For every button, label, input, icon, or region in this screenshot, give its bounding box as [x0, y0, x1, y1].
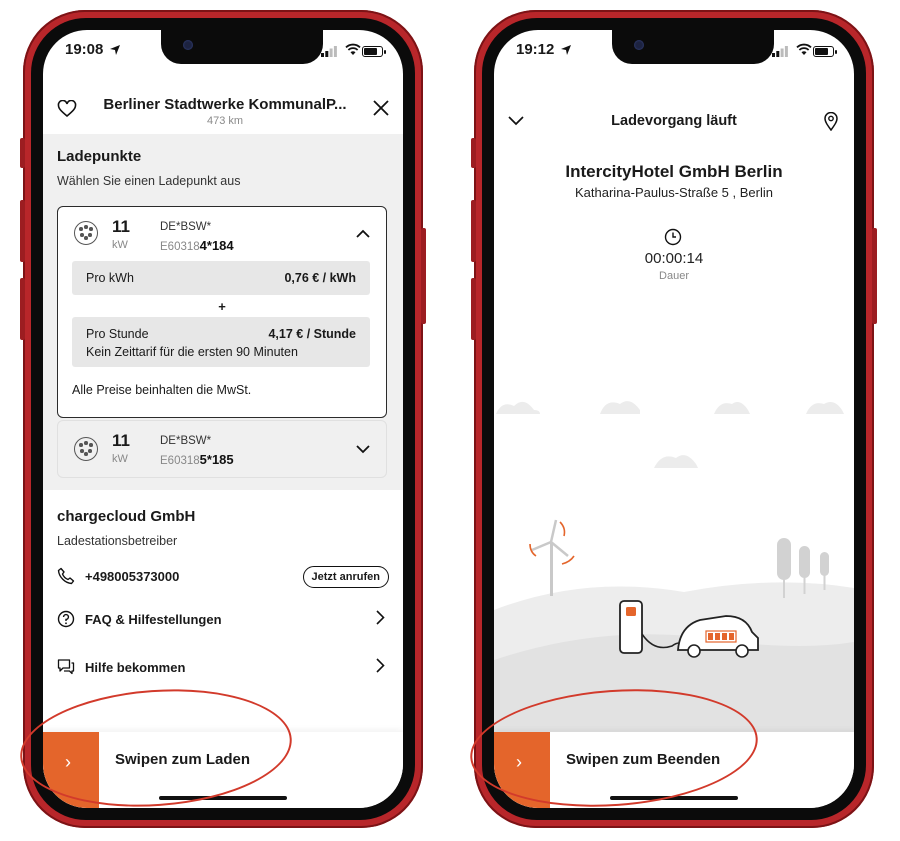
phone-frame-right: 19:12 Ladevorgang läuft IntercityHotel G… [471, 10, 877, 828]
session-timer: 00:00:14 [644, 250, 704, 267]
session-title: Ladevorgang läuft [611, 113, 737, 129]
location-arrow-icon [110, 45, 120, 55]
screen-left: 19:08 Berliner Stadtwerke KommunalP... 4… [43, 30, 403, 808]
swipe-arrow: › [65, 752, 71, 772]
camera [634, 40, 644, 50]
price-hour-value: 4,17 € / Stunde [268, 327, 356, 341]
power-unit: kW [112, 239, 128, 251]
evse-id-bold: 4*184 [199, 238, 234, 253]
mute-switch [471, 138, 476, 168]
signal-icon [321, 46, 337, 57]
charge-point-card-selected[interactable]: 11 kW DE*BSW* E603184*184 Pro kWh 0,76 €… [57, 206, 387, 418]
swipe-label: Swipen zum Laden [115, 751, 251, 768]
site-name: IntercityHotel GmbH Berlin [565, 162, 783, 181]
camera [183, 40, 193, 50]
price-plus: + [218, 299, 226, 314]
wifi-icon [796, 43, 812, 55]
evse-prefix: DE*BSW* [160, 221, 212, 233]
station-distance: 473 km [206, 115, 244, 127]
connector-icon [74, 221, 98, 245]
evse-id: E603185*185 [160, 452, 234, 467]
notch [612, 30, 774, 64]
location-arrow-icon [561, 45, 571, 55]
power-button [872, 228, 877, 324]
status-time: 19:08 [65, 41, 104, 58]
help-link[interactable]: Hilfe bekommen [85, 660, 185, 675]
close-icon[interactable] [373, 100, 389, 116]
question-icon [57, 610, 75, 628]
clock-icon [664, 228, 682, 246]
price-kwh-box: Pro kWh 0,76 € / kWh [72, 261, 370, 295]
price-kwh-label: Pro kWh [86, 271, 134, 285]
price-hour-label: Pro Stunde [86, 327, 149, 341]
chat-icon [57, 659, 75, 675]
signal-icon [772, 46, 788, 57]
station-header: Berliner Stadtwerke KommunalP... 473 km [43, 74, 403, 127]
phone-icon [57, 567, 75, 585]
price-kwh-value: 0,76 € / kWh [284, 271, 356, 285]
phone-frame-left: 19:08 Berliner Stadtwerke KommunalP... 4… [20, 10, 426, 828]
map-pin-icon[interactable] [824, 112, 838, 131]
chevron-up-icon[interactable] [356, 229, 370, 238]
swipe-arrow: › [516, 752, 522, 772]
notch [161, 30, 323, 64]
ladepunkte-section: Ladepunkte Wählen Sie einen Ladepunkt au… [43, 134, 403, 490]
volume-up-button [471, 200, 476, 262]
evse-id: E603184*184 [160, 238, 234, 253]
wifi-icon [345, 43, 361, 55]
volume-down-button [471, 278, 476, 340]
mute-switch [20, 138, 25, 168]
section-subtitle: Wählen Sie einen Ladepunkt aus [57, 174, 241, 188]
screen-right: 19:12 Ladevorgang läuft IntercityHotel G… [494, 30, 854, 808]
power-value: 11 [112, 217, 130, 236]
power-value: 11 [112, 431, 130, 450]
chevron-right-icon[interactable] [376, 610, 385, 625]
faq-link[interactable]: FAQ & Hilfestellungen [85, 612, 222, 627]
chevron-down-icon[interactable] [356, 445, 370, 454]
evse-prefix: DE*BSW* [160, 435, 212, 447]
wind-turbine [529, 519, 575, 596]
battery-icon [813, 46, 837, 57]
vat-note: Alle Preise beinhalten die MwSt. [72, 383, 252, 397]
timer-label: Dauer [659, 270, 689, 282]
price-hour-box: Pro Stunde 4,17 € / Stunde Kein Zeittari… [72, 317, 370, 367]
swipe-handle[interactable]: › [494, 732, 550, 808]
volume-down-button [20, 278, 25, 340]
swipe-handle[interactable]: › [43, 732, 99, 808]
call-button[interactable]: Jetzt anrufen [302, 566, 389, 588]
station-title: Berliner Stadtwerke KommunalP... [103, 96, 347, 113]
price-hour-note: Kein Zeittarif für die ersten 90 Minuten [86, 345, 298, 359]
evse-id-bold: 5*185 [199, 452, 234, 467]
connector-icon [74, 437, 98, 461]
chevron-right-icon[interactable] [376, 658, 385, 673]
battery-icon [362, 46, 386, 57]
swipe-label: Swipen zum Beenden [566, 751, 721, 768]
home-indicator [610, 796, 738, 800]
power-button [421, 228, 426, 324]
section-title: Ladepunkte [57, 148, 142, 165]
volume-up-button [20, 200, 25, 262]
power-unit: kW [112, 453, 128, 465]
charging-illustration [494, 401, 854, 732]
home-indicator [159, 796, 287, 800]
status-time: 19:12 [516, 41, 555, 58]
operator-name: chargecloud GmbH [57, 508, 196, 525]
phone-number[interactable]: +498005373000 [85, 569, 179, 584]
charge-point-card[interactable]: 11 kW DE*BSW* E603185*185 [57, 420, 387, 478]
site-address: Katharina-Paulus-Straße 5 , Berlin [575, 185, 773, 200]
heart-icon[interactable] [57, 100, 77, 118]
operator-role: Ladestationsbetreiber [57, 534, 178, 548]
